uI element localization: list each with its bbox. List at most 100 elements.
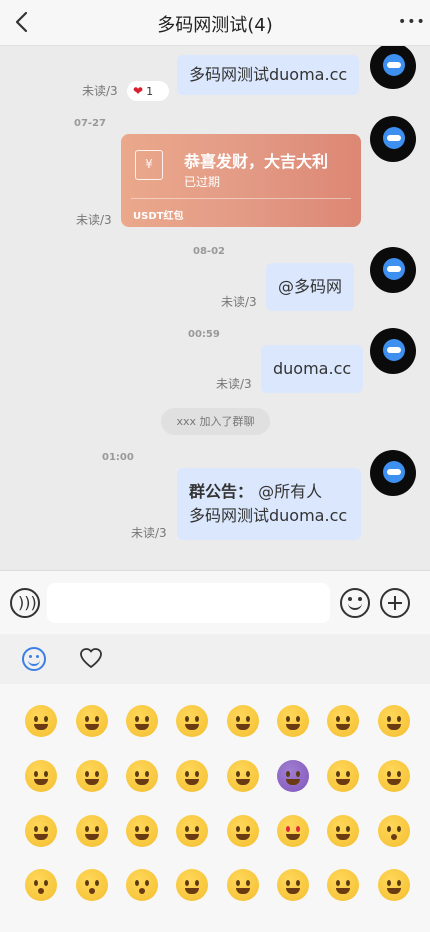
emoji-mouth xyxy=(85,779,99,785)
emoji-eye xyxy=(44,771,48,777)
kissing-icon[interactable] xyxy=(25,869,57,901)
partying-face-icon[interactable] xyxy=(277,705,309,737)
emoji-eye xyxy=(286,880,290,886)
emoji-eye xyxy=(286,826,290,832)
emoji-eye xyxy=(34,880,38,886)
smiling-face-hearts-icon[interactable] xyxy=(327,815,359,847)
pleading-face-icon[interactable] xyxy=(378,705,410,737)
emoji-eye xyxy=(34,826,38,832)
woozy-face-icon[interactable] xyxy=(327,705,359,737)
reaction-count: 1 xyxy=(146,85,154,98)
relieved-icon[interactable] xyxy=(227,815,259,847)
emoji-mouth xyxy=(34,834,48,840)
grin-icon[interactable] xyxy=(126,705,158,737)
slight-smile-icon[interactable] xyxy=(25,815,57,847)
grin-sweat-icon[interactable] xyxy=(126,760,158,792)
announcement-line-1: 群公告： @所有人 xyxy=(189,480,349,504)
kissing-smiling-eyes-icon[interactable] xyxy=(76,869,108,901)
emoji-toggle-icon[interactable] xyxy=(340,588,370,618)
message-bubble[interactable]: 多码网测试duoma.cc xyxy=(177,55,360,95)
emoji-eye xyxy=(185,880,189,886)
emoji-eye xyxy=(296,880,300,886)
group-announcement-bubble[interactable]: 群公告： @所有人 多码网测试duoma.cc xyxy=(177,468,361,540)
blushing-icon[interactable] xyxy=(378,760,410,792)
heart-tab-icon[interactable] xyxy=(78,645,104,671)
emoji-eye xyxy=(195,771,199,777)
message-list[interactable]: 多码网测试duoma.cc 未读/3 ❤1 07-27 恭喜发财，大吉大利 已过… xyxy=(0,46,430,570)
emoji-eye xyxy=(95,880,99,886)
divider xyxy=(131,198,351,199)
avatar[interactable] xyxy=(370,116,416,162)
emoji-eye xyxy=(296,826,300,832)
emoji-eye xyxy=(85,826,89,832)
emoji-eye xyxy=(44,880,48,886)
red-packet-card[interactable]: 恭喜发财，大吉大利 已过期 USDT红包 xyxy=(121,134,361,227)
smiling-hearts-cheeks-icon[interactable] xyxy=(126,815,158,847)
avatar[interactable] xyxy=(370,450,416,496)
grimacing-icon[interactable] xyxy=(76,705,108,737)
emoji-eye xyxy=(346,771,350,777)
avatar[interactable] xyxy=(370,247,416,293)
emoji-eye xyxy=(44,716,48,722)
emoji-eye xyxy=(296,771,300,777)
avatar[interactable] xyxy=(370,46,416,89)
rofl-icon[interactable] xyxy=(227,705,259,737)
emoji-eye xyxy=(336,880,340,886)
plus-icon[interactable] xyxy=(380,588,410,618)
joy-icon[interactable] xyxy=(176,705,208,737)
emoji-eye xyxy=(246,826,250,832)
emoji-mouth xyxy=(387,724,401,730)
emoji-eye xyxy=(236,826,240,832)
reaction-badge[interactable]: ❤ 1 xyxy=(127,81,169,101)
squinting-tongue-icon[interactable] xyxy=(378,869,410,901)
red-packet-icon xyxy=(135,150,163,180)
winking-tongue-icon[interactable] xyxy=(176,869,208,901)
laughing-icon[interactable] xyxy=(176,760,208,792)
kissing-closed-eyes-icon[interactable] xyxy=(126,869,158,901)
emoji-eye xyxy=(185,716,189,722)
raised-eyebrow-icon[interactable] xyxy=(277,869,309,901)
kissing-heart-icon[interactable] xyxy=(378,815,410,847)
message-bubble[interactable]: duoma.cc xyxy=(261,345,364,393)
emoji-eye xyxy=(246,771,250,777)
yum-icon[interactable] xyxy=(176,815,208,847)
unread-status: 未读/3 xyxy=(221,295,257,309)
more-options-icon[interactable]: ••• xyxy=(398,12,425,32)
unread-status: 未读/3 xyxy=(216,377,252,391)
emoji-eye xyxy=(185,771,189,777)
message-bubble[interactable]: @多码网 xyxy=(266,263,355,311)
emoji-mouth xyxy=(387,779,401,785)
emoji-eye xyxy=(336,771,340,777)
zany-face-icon[interactable] xyxy=(227,869,259,901)
smiley-big-eyes-icon[interactable] xyxy=(25,760,57,792)
chat-title: 多码网测试(4) xyxy=(157,15,273,36)
unread-status: 未读/3 xyxy=(131,526,167,540)
message-input[interactable] xyxy=(47,583,330,623)
monocle-face-icon[interactable] xyxy=(327,869,359,901)
emoji-eye xyxy=(397,880,401,886)
smiley-icon[interactable] xyxy=(25,705,57,737)
innocent-halo-icon[interactable] xyxy=(227,760,259,792)
timestamp: 00:59 xyxy=(188,329,220,340)
emoji-mouth xyxy=(336,779,350,785)
emoji-eye xyxy=(34,716,38,722)
voice-input-icon[interactable]: ))) xyxy=(10,588,40,618)
upside-down-icon[interactable] xyxy=(76,815,108,847)
timestamp: 07-27 xyxy=(74,118,106,129)
emoji-eye xyxy=(195,826,199,832)
mention-all: @所有人 xyxy=(258,482,323,501)
unread-status: 未读/3 xyxy=(82,84,118,98)
timestamp: 08-02 xyxy=(193,246,225,257)
winking-icon[interactable] xyxy=(327,760,359,792)
input-bar: ))) xyxy=(0,570,430,634)
emoji-eye xyxy=(236,880,240,886)
emoji-eye xyxy=(387,880,391,886)
emoji-eye xyxy=(346,716,350,722)
heart-eyes-icon[interactable] xyxy=(277,815,309,847)
avatar[interactable] xyxy=(370,328,416,374)
emoji-tab-icon[interactable] xyxy=(22,647,46,671)
grinning-squinting-icon[interactable] xyxy=(76,760,108,792)
emoji-mouth xyxy=(286,779,300,785)
heart-reaction-icon: ❤ xyxy=(133,84,144,98)
smiling-imp-icon[interactable] xyxy=(277,760,309,792)
